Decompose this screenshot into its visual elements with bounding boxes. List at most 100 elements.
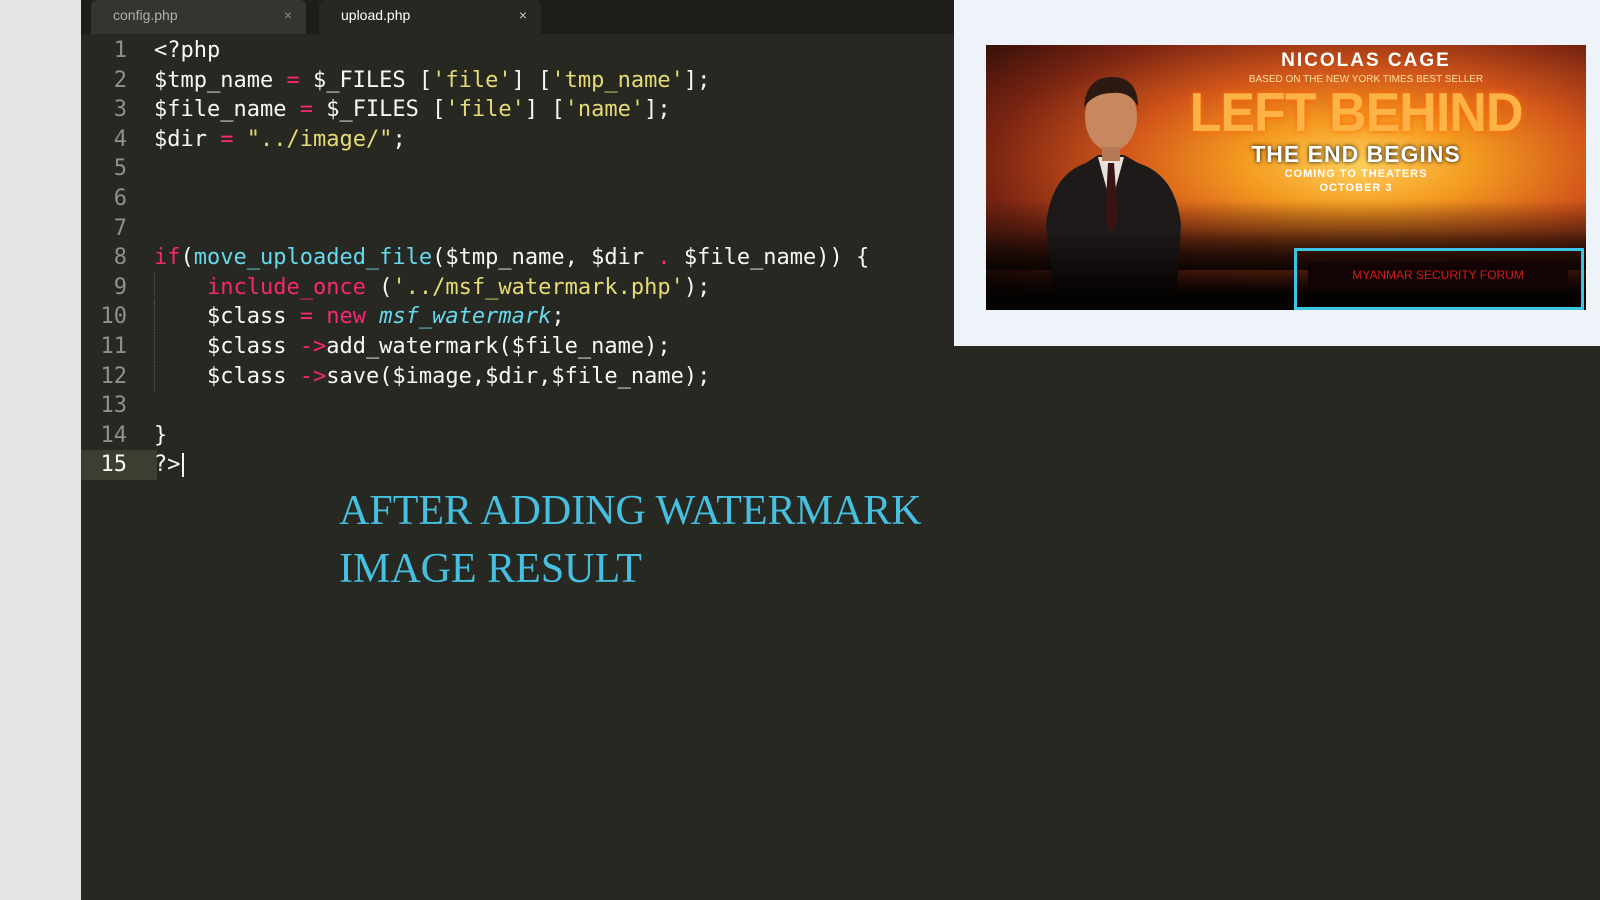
code-token: $_FILES [ (312, 97, 446, 123)
code-token: $file_name (154, 97, 300, 123)
code-token: move_uploaded_file (193, 245, 433, 271)
code-token: ]; (683, 67, 711, 93)
code-text: <?php (154, 36, 220, 66)
code-token: "../image/" (246, 126, 393, 152)
code-token: ; (392, 126, 406, 152)
code-token: 'file' (432, 67, 512, 93)
code-text: $class = new msf_watermark; (154, 302, 565, 332)
banner-actor-name: NICOLAS CAGE (1281, 50, 1451, 71)
code-token: ( (365, 274, 393, 300)
tab-label: upload.php (341, 7, 411, 23)
code-token: <?php (154, 38, 221, 63)
code-token: add_watermark($file_name); (326, 333, 671, 359)
code-text: $class ->save($image,$dir,$file_name); (154, 362, 710, 392)
code-token: . (657, 245, 671, 271)
code-token: 'file' (445, 97, 525, 123)
code-text: $tmp_name = $_FILES ['file'] ['tmp_name'… (154, 66, 710, 96)
code-token: ($tmp_name, $dir (432, 245, 658, 271)
line-number: 2 (113, 67, 127, 93)
code-text: } (154, 421, 167, 451)
banner-subtitle: THE END BEGINS (1251, 141, 1461, 167)
code-line[interactable]: 9 include_once ('../msf_watermark.php'); (81, 272, 941, 303)
code-line[interactable]: 2 $tmp_name = $_FILES ['file'] ['tmp_name… (81, 66, 941, 96)
caption-line-1: AFTER ADDING WATERMARK (339, 488, 922, 534)
tab-bar: config.php × upload.php × (81, 0, 954, 34)
tab-config-php[interactable]: config.php × (91, 0, 306, 34)
code-text: $dir = "../image/"; (154, 125, 406, 155)
code-text: $file_name = $_FILES ['file'] ['name']; (154, 95, 671, 125)
line-number: 10 (100, 304, 128, 330)
line-number: 13 (100, 393, 128, 419)
code-token: = (299, 304, 313, 330)
tab-close-icon[interactable]: × (284, 0, 292, 30)
code-token: ); (683, 274, 711, 300)
line-number: 4 (113, 126, 127, 152)
banner-release-date: OCTOBER 3 (1319, 182, 1393, 194)
code-line[interactable]: 5 (81, 154, 941, 184)
code-token: = (299, 97, 313, 123)
code-token: -> (299, 333, 327, 359)
code-token: ] [ (524, 97, 565, 123)
code-token: if (154, 245, 181, 271)
result-caption: AFTER ADDING WATERMARK IMAGE RESULT (339, 482, 922, 598)
watermark-highlight-box (1294, 248, 1584, 310)
code-line[interactable]: 6 (81, 184, 941, 214)
caption-line-2: IMAGE RESULT (339, 546, 642, 592)
code-token: ?> (154, 452, 181, 478)
code-line[interactable]: 4 $dir = "../image/"; (81, 125, 941, 155)
code-token: msf_watermark (379, 304, 552, 330)
tab-close-icon[interactable]: × (519, 0, 527, 30)
line-number: 6 (113, 185, 127, 211)
code-line[interactable]: 12 $class ->save($image,$dir,$file_name)… (81, 361, 941, 392)
code-line[interactable]: 8 if(move_uploaded_file($tmp_name, $dir .… (81, 243, 941, 273)
tab-upload-php[interactable]: upload.php × (319, 0, 541, 34)
code-token: ] [ (511, 67, 552, 93)
banner-title: LEFT BEHIND (1189, 82, 1524, 144)
code-line[interactable]: 13 (81, 391, 941, 421)
code-token: $class (154, 363, 300, 389)
code-token: $dir (154, 126, 221, 152)
tab-label: config.php (113, 7, 178, 23)
left-window-edge (0, 0, 82, 900)
code-token: $tmp_name (154, 67, 287, 93)
code-token: = (220, 126, 234, 152)
code-line[interactable]: 11 $class ->add_watermark($file_name); (81, 331, 941, 362)
line-number: 3 (113, 97, 127, 123)
code-text: $class ->add_watermark($file_name); (154, 332, 671, 362)
code-token: $class (154, 304, 300, 330)
code-token: 'name' (564, 97, 645, 123)
line-number: 8 (113, 245, 127, 271)
code-token: new (326, 304, 366, 330)
line-number: 14 (100, 422, 128, 448)
code-token: $file_name)) { (670, 245, 870, 271)
code-line[interactable]: 15 ?> (81, 450, 184, 480)
line-number: 5 (113, 156, 127, 182)
code-line[interactable]: 10 $class = new msf_watermark; (81, 302, 941, 332)
text-caret (181, 453, 184, 478)
code-token: include_once (206, 274, 366, 300)
line-number: 1 (113, 38, 127, 63)
line-number: 15 (100, 452, 128, 478)
code-token: $_FILES [ (299, 67, 433, 93)
code-line[interactable]: 7 (81, 214, 941, 244)
code-token: '../msf_watermark.php' (392, 274, 684, 300)
code-text: ?> (154, 450, 184, 480)
code-token: 'tmp_name' (551, 67, 684, 93)
code-token: ( (180, 245, 194, 271)
line-number: 7 (113, 215, 127, 241)
code-text: include_once ('../msf_watermark.php'); (154, 273, 710, 303)
code-token: -> (299, 363, 327, 389)
code-line[interactable]: 3 $file_name = $_FILES ['file'] ['name']; (81, 95, 941, 125)
code-text: if(move_uploaded_file($tmp_name, $dir . … (154, 243, 869, 273)
code-area[interactable]: 1 <?php 2 $tmp_name = $_FILES ['file'] ['tm… (81, 36, 941, 480)
code-token: save($image,$dir,$file_name); (326, 363, 711, 389)
line-number: 9 (113, 274, 127, 300)
line-number: 12 (100, 363, 128, 389)
banner-coming-text: COMING TO THEATERS (1284, 168, 1428, 180)
code-line[interactable]: 14} (81, 421, 941, 451)
code-line[interactable]: 1 <?php (81, 36, 941, 66)
